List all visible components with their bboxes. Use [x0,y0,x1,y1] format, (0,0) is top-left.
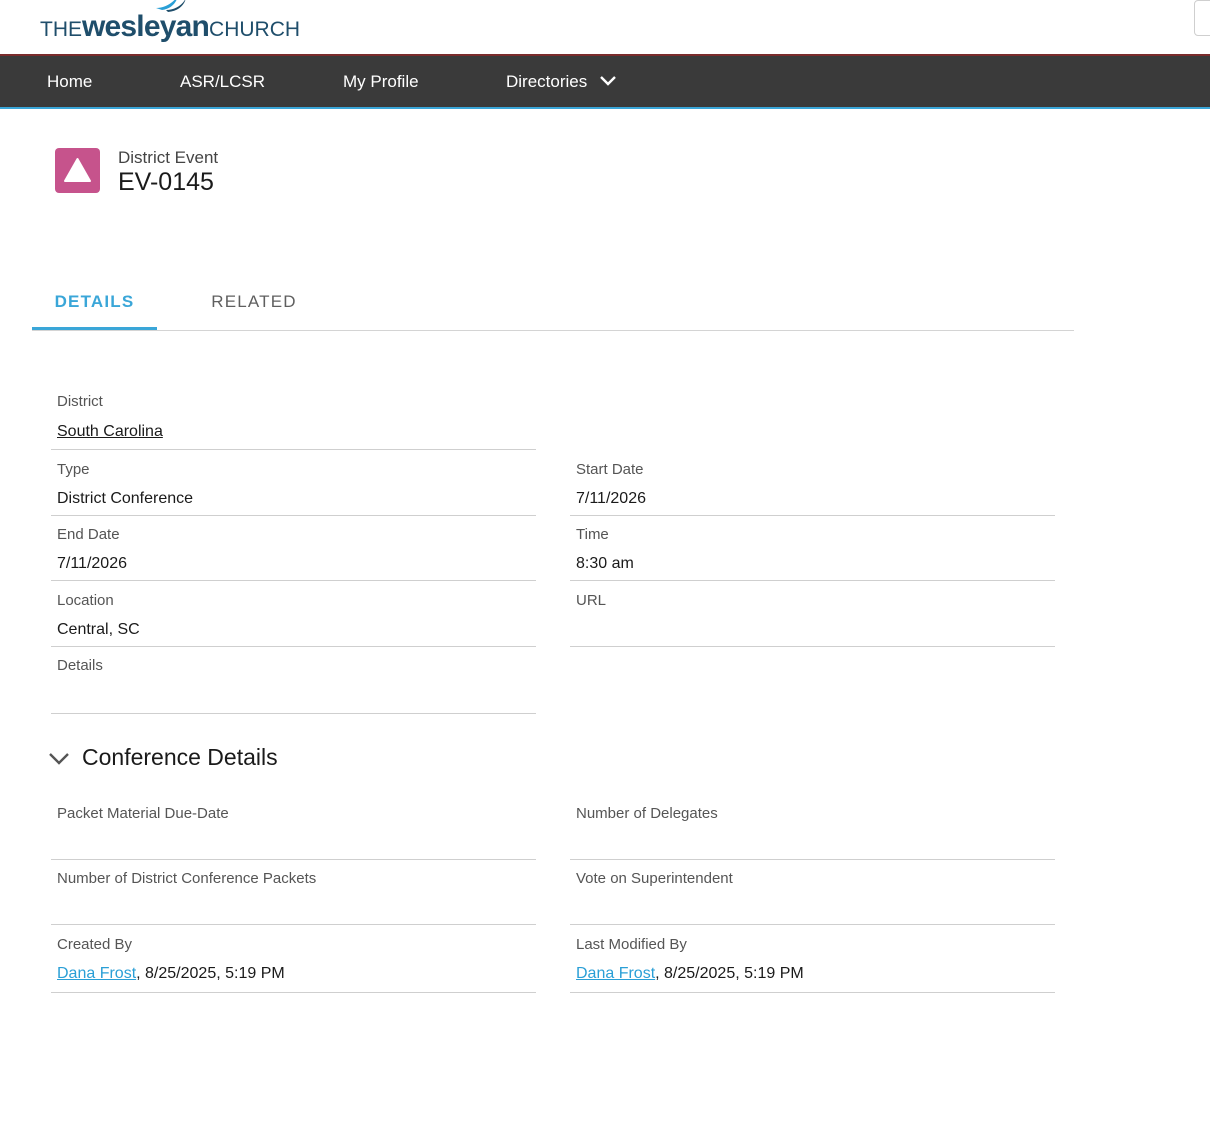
logo-wesleyan: wesleyan [82,10,210,43]
field-number-of-delegates: Number of Delegates [570,795,1055,860]
field-value: 7/11/2026 [576,490,646,507]
field-label: URL [576,592,607,609]
tab-related[interactable]: RELATED [194,278,314,330]
wesleyan-church-logo[interactable]: THEwesleyanCHURCH [40,0,300,46]
logo-church: CHURCH [209,18,301,41]
field-value: District Conference [57,490,194,507]
field-label: Vote on Superintendent [576,870,733,887]
created-by-user-link[interactable]: Dana Frost [57,965,136,982]
field-district: District South Carolina [51,386,536,450]
field-details: Details [51,647,536,714]
logo-the: THE [40,18,82,41]
field-label: Start Date [576,461,644,478]
field-label: Type [57,461,90,478]
record-type-icon [55,148,100,193]
nav-directories-label: Directories [506,72,588,91]
field-number-of-packets: Number of District Conference Packets [51,860,536,925]
field-value: 7/11/2026 [57,555,127,572]
field-label: Time [576,526,609,543]
nav-my-profile[interactable]: My Profile [343,56,419,107]
site-header: THEwesleyanCHURCH [0,0,1210,54]
field-packet-due-date: Packet Material Due-Date [51,795,536,860]
header-side-control[interactable] [1194,0,1210,36]
field-label: District [57,393,103,410]
field-end-date: End Date 7/11/2026 [51,516,536,581]
field-location: Location Central, SC [51,581,536,647]
field-label: Created By [57,936,133,953]
district-link[interactable]: South Carolina [57,423,163,441]
nav-directories[interactable]: Directories [506,56,616,107]
created-by-date: , 8/25/2025, 5:19 PM [136,965,285,982]
field-value: Central, SC [57,621,140,638]
field-type: Type District Conference [51,450,536,516]
field-label: Details [57,657,103,674]
field-time: Time 8:30 am [570,516,1055,581]
modified-by-date: , 8/25/2025, 5:19 PM [655,965,804,982]
field-start-date: Start Date 7/11/2026 [570,450,1055,516]
record-title: EV-0145 [118,168,214,196]
modified-by-user-link[interactable]: Dana Frost [576,965,655,982]
tab-details[interactable]: DETAILS [32,278,157,330]
field-vote-on-superintendent: Vote on Superintendent [570,860,1055,925]
chevron-down-icon [600,76,616,86]
record-tabs: DETAILS RELATED [32,278,1074,331]
section-title: Conference Details [82,744,278,770]
field-label: Number of District Conference Packets [57,870,317,887]
nav-home[interactable]: Home [47,56,92,107]
triangle-icon [64,158,91,182]
record-type-label: District Event [118,148,219,167]
field-created-by: Created By Dana Frost, 8/25/2025, 5:19 P… [51,925,536,993]
field-url: URL [570,581,1055,647]
field-label: Number of Delegates [576,805,718,822]
chevron-down-icon [49,753,69,765]
field-label: End Date [57,526,120,543]
nav-asr-lcsr[interactable]: ASR/LCSR [180,56,265,107]
field-label: Location [57,592,114,609]
field-label: Last Modified By [576,936,687,953]
field-label: Packet Material Due-Date [57,805,229,822]
field-value: 8:30 am [576,555,634,572]
main-navigation: Home ASR/LCSR My Profile Directories [0,54,1210,109]
field-last-modified-by: Last Modified By Dana Frost, 8/25/2025, … [570,925,1055,993]
